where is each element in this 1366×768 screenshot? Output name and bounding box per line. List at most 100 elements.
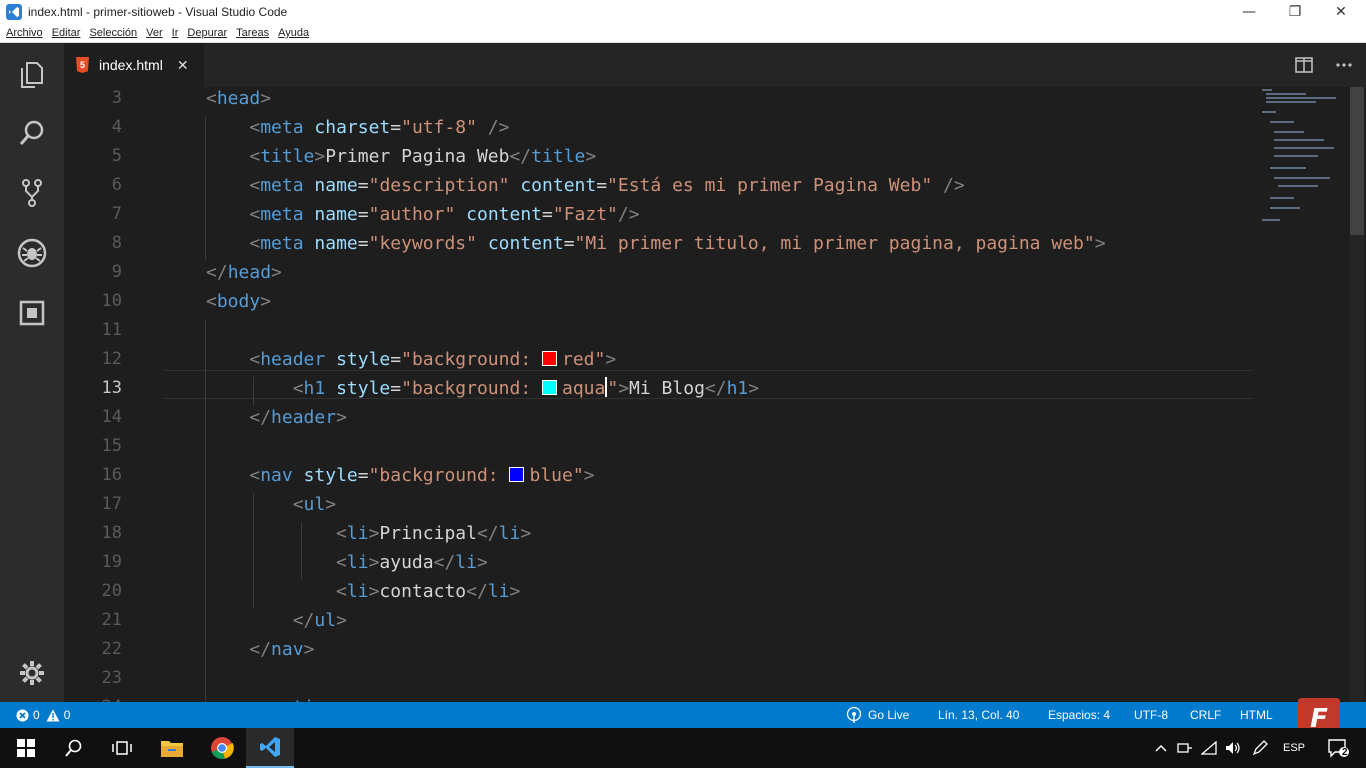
split-editor-icon[interactable] xyxy=(1286,43,1322,87)
code-token: = xyxy=(357,233,369,254)
code-token: > xyxy=(260,291,272,312)
code-line[interactable]: <meta name="description" content="Está e… xyxy=(206,171,964,200)
network-icon[interactable] xyxy=(1174,728,1196,768)
menu-editar[interactable]: Editar xyxy=(52,27,81,39)
code-line[interactable]: </ul> xyxy=(206,606,347,635)
code-token: " xyxy=(607,378,619,399)
code-line[interactable]: </header> xyxy=(206,403,347,432)
code-token: header xyxy=(271,407,337,428)
cursor-position[interactable]: Lín. 13, Col. 40 xyxy=(938,702,1019,728)
menu-archivo[interactable]: Archivo xyxy=(6,27,43,39)
maximize-button[interactable]: ❐ xyxy=(1272,0,1318,24)
code-token: < xyxy=(206,88,217,109)
problems-indicator[interactable]: 0 0 xyxy=(16,702,70,728)
chevron-up-icon[interactable] xyxy=(1152,728,1170,768)
close-button[interactable]: ✕ xyxy=(1318,0,1364,24)
code-token: Primer Pagina Web xyxy=(325,146,510,167)
file-explorer-icon[interactable] xyxy=(148,728,196,768)
notifications-icon[interactable]: 2 xyxy=(1318,728,1358,768)
code-line[interactable]: <meta charset="utf-8" /> xyxy=(206,113,509,142)
code-token: li xyxy=(498,523,521,544)
code-line[interactable]: <head> xyxy=(206,87,271,113)
input-language[interactable]: ESP xyxy=(1280,728,1308,768)
menu-depurar[interactable]: Depurar xyxy=(187,27,227,39)
vscode-icon[interactable] xyxy=(246,728,294,768)
chrome-icon[interactable] xyxy=(198,728,246,768)
line-ending[interactable]: CRLF xyxy=(1190,702,1221,728)
code-token: </ xyxy=(704,378,727,399)
menu-ayuda[interactable]: Ayuda xyxy=(278,27,309,39)
code-token: = xyxy=(390,378,402,399)
tab-close-icon[interactable]: ✕ xyxy=(177,57,189,74)
minimize-button[interactable]: — xyxy=(1226,0,1272,24)
go-live-button[interactable]: Go Live xyxy=(846,702,909,728)
menu-ver[interactable]: Ver xyxy=(146,27,163,39)
menu-ir[interactable]: Ir xyxy=(172,27,179,39)
search-icon[interactable] xyxy=(50,728,98,768)
go-live-label: Go Live xyxy=(868,708,910,722)
windows-taskbar: ESP 2 xyxy=(0,728,1366,768)
code-line[interactable]: <meta name="keywords" content="Mi primer… xyxy=(206,229,1105,258)
code-token: > xyxy=(368,581,380,602)
code-token: = xyxy=(390,117,402,138)
vscode-app-icon xyxy=(6,4,22,20)
code-token: </ xyxy=(476,523,499,544)
code-token: li xyxy=(455,552,477,573)
gear-icon[interactable] xyxy=(0,649,64,697)
code-editor[interactable]: 3456789101112131415161718192021222324 <h… xyxy=(64,87,1366,702)
scrollbar-thumb[interactable] xyxy=(1350,87,1364,235)
minimap[interactable] xyxy=(1256,87,1346,237)
code-line[interactable]: <li>Principal</li> xyxy=(206,519,531,548)
code-token: > xyxy=(618,378,630,399)
menu-tareas[interactable]: Tareas xyxy=(236,27,269,39)
source-control-icon[interactable] xyxy=(0,169,64,217)
wifi-icon[interactable] xyxy=(1198,728,1220,768)
code-line[interactable]: <meta name="author" content="Fazt"/> xyxy=(206,200,639,229)
task-view-icon[interactable] xyxy=(98,728,146,768)
code-token: = xyxy=(357,204,369,225)
code-line[interactable]: <li>contacto</li> xyxy=(206,577,520,606)
indentation[interactable]: Espacios: 4 xyxy=(1048,702,1110,728)
encoding[interactable]: UTF-8 xyxy=(1134,702,1168,728)
menu-seleccion[interactable]: Selección xyxy=(89,27,137,39)
code-token: meta xyxy=(260,204,304,225)
pen-icon[interactable] xyxy=(1248,728,1272,768)
code-line[interactable]: </nav> xyxy=(206,635,314,664)
volume-icon[interactable] xyxy=(1222,728,1244,768)
language-mode[interactable]: HTML xyxy=(1240,702,1273,728)
code-area[interactable]: <head> <meta charset="utf-8" /> <title>P… xyxy=(64,87,1254,702)
code-line[interactable]: <nav style="background: blue"> xyxy=(206,461,594,490)
code-line[interactable]: <li>ayuda</li> xyxy=(206,548,488,577)
windows-start-icon[interactable] xyxy=(2,728,50,768)
explorer-icon[interactable] xyxy=(0,51,64,99)
code-line[interactable]: <header style="background: red"> xyxy=(206,345,616,374)
code-line[interactable]: <title>Primer Pagina Web</title> xyxy=(206,142,596,171)
code-token: nav xyxy=(260,465,293,486)
warning-icon xyxy=(46,709,60,721)
color-swatch-red[interactable] xyxy=(542,351,557,366)
search-icon[interactable] xyxy=(0,109,64,157)
extensions-icon[interactable] xyxy=(0,289,64,337)
code-token: = xyxy=(542,204,553,225)
code-line[interactable]: </head> xyxy=(206,258,282,287)
code-token: </ xyxy=(292,610,315,631)
code-token: = xyxy=(563,233,575,254)
debug-icon[interactable] xyxy=(0,229,64,277)
color-swatch-aqua[interactable] xyxy=(542,380,557,395)
code-token: </ xyxy=(206,262,228,283)
code-token: < xyxy=(249,465,261,486)
code-token: > xyxy=(368,523,380,544)
code-line[interactable]: <body> xyxy=(206,287,271,316)
code-line[interactable]: <h1 style="background: aqua ">Mi Blog</h1… xyxy=(206,374,759,403)
code-token: "Fazt" xyxy=(552,204,618,225)
vertical-scrollbar[interactable] xyxy=(1350,87,1364,702)
color-swatch-blue[interactable] xyxy=(509,467,525,482)
more-actions-icon[interactable] xyxy=(1326,43,1362,87)
code-line[interactable]: <ul> xyxy=(206,490,336,519)
code-line[interactable]: <section> xyxy=(206,693,347,702)
tab-index-html[interactable]: 5 index.html ✕ xyxy=(64,43,204,87)
code-token: < xyxy=(206,291,217,312)
